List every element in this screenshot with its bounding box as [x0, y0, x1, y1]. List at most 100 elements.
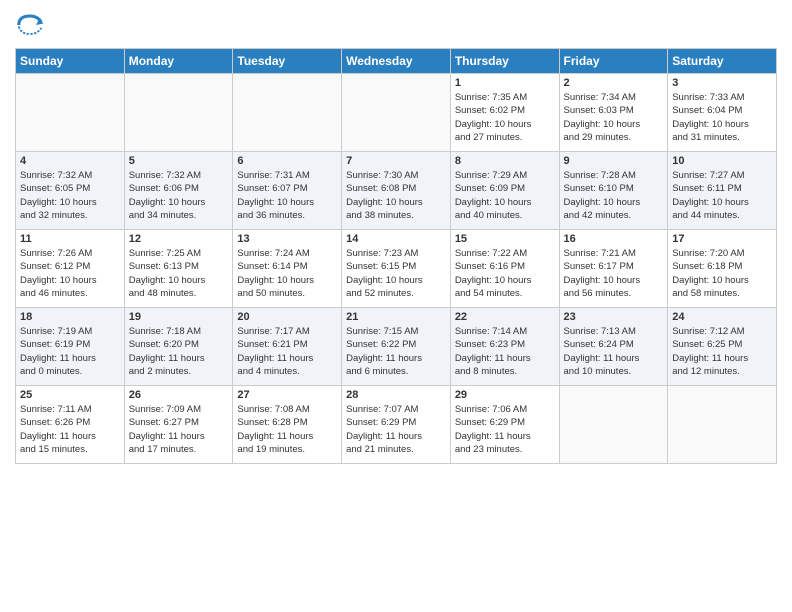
day-number: 29 [455, 389, 555, 401]
day-info: Sunrise: 7:28 AM Sunset: 6:10 PM Dayligh… [564, 169, 664, 222]
calendar-cell: 5 Sunrise: 7:32 AM Sunset: 6:06 PM Daylig… [124, 152, 233, 230]
calendar-cell: 16Sunrise: 7:21 AM Sunset: 6:17 PM Dayli… [559, 230, 668, 308]
calendar-cell: 14 Sunrise: 7:23 AM Sunset: 6:15 PM Dayli… [342, 230, 451, 308]
calendar-cell [233, 74, 342, 152]
page: SundayMondayTuesdayWednesdayThursdayFrid… [0, 0, 792, 612]
header-day: Friday [559, 49, 668, 74]
day-info: Sunrise: 7:29 AM Sunset: 6:09 PM Dayligh… [455, 169, 555, 222]
calendar-cell: 29 Sunrise: 7:06 AM Sunset: 6:29 PM Dayli… [450, 386, 559, 464]
day-number: 21 [346, 311, 446, 323]
calendar-cell: 24 Sunrise: 7:12 AM Sunset: 6:25 PM Dayli… [668, 308, 777, 386]
day-number: 12 [129, 233, 229, 245]
calendar-cell: 1 Sunrise: 7:35 AM Sunset: 6:02 PM Daylig… [450, 74, 559, 152]
calendar: SundayMondayTuesdayWednesdayThursdayFrid… [15, 48, 777, 464]
calendar-cell: 7 Sunrise: 7:30 AM Sunset: 6:08 PM Daylig… [342, 152, 451, 230]
day-number: 15 [455, 233, 555, 245]
day-number: 5 [129, 155, 229, 167]
day-number: 20 [237, 311, 337, 323]
calendar-cell: 8 Sunrise: 7:29 AM Sunset: 6:09 PM Daylig… [450, 152, 559, 230]
header-day: Sunday [16, 49, 125, 74]
day-info: Sunrise: 7:08 AM Sunset: 6:28 PM Dayligh… [237, 403, 337, 456]
day-info: Sunrise: 7:33 AM Sunset: 6:04 PM Dayligh… [672, 91, 772, 144]
day-number: 1 [455, 77, 555, 89]
calendar-cell: 10 Sunrise: 7:27 AM Sunset: 6:11 PM Dayli… [668, 152, 777, 230]
day-info: Sunrise: 7:09 AM Sunset: 6:27 PM Dayligh… [129, 403, 229, 456]
calendar-cell: 22Sunrise: 7:14 AM Sunset: 6:23 PM Dayli… [450, 308, 559, 386]
day-info: Sunrise: 7:25 AM Sunset: 6:13 PM Dayligh… [129, 247, 229, 300]
calendar-cell: 13Sunrise: 7:24 AM Sunset: 6:14 PM Dayli… [233, 230, 342, 308]
header-row: SundayMondayTuesdayWednesdayThursdayFrid… [16, 49, 777, 74]
day-info: Sunrise: 7:22 AM Sunset: 6:16 PM Dayligh… [455, 247, 555, 300]
header-day: Monday [124, 49, 233, 74]
day-info: Sunrise: 7:12 AM Sunset: 6:25 PM Dayligh… [672, 325, 772, 378]
calendar-cell: 4Sunrise: 7:32 AM Sunset: 6:05 PM Daylig… [16, 152, 125, 230]
day-info: Sunrise: 7:26 AM Sunset: 6:12 PM Dayligh… [20, 247, 120, 300]
header [15, 10, 777, 40]
day-number: 27 [237, 389, 337, 401]
day-info: Sunrise: 7:19 AM Sunset: 6:19 PM Dayligh… [20, 325, 120, 378]
header-day: Tuesday [233, 49, 342, 74]
calendar-cell: 2Sunrise: 7:34 AM Sunset: 6:03 PM Daylig… [559, 74, 668, 152]
day-number: 24 [672, 311, 772, 323]
week-row: 1 Sunrise: 7:35 AM Sunset: 6:02 PM Daylig… [16, 74, 777, 152]
day-info: Sunrise: 7:06 AM Sunset: 6:29 PM Dayligh… [455, 403, 555, 456]
day-info: Sunrise: 7:18 AM Sunset: 6:20 PM Dayligh… [129, 325, 229, 378]
calendar-cell [668, 386, 777, 464]
calendar-cell: 28Sunrise: 7:07 AM Sunset: 6:29 PM Dayli… [342, 386, 451, 464]
day-number: 23 [564, 311, 664, 323]
day-info: Sunrise: 7:20 AM Sunset: 6:18 PM Dayligh… [672, 247, 772, 300]
day-number: 18 [20, 311, 120, 323]
day-info: Sunrise: 7:11 AM Sunset: 6:26 PM Dayligh… [20, 403, 120, 456]
day-info: Sunrise: 7:34 AM Sunset: 6:03 PM Dayligh… [564, 91, 664, 144]
header-day: Wednesday [342, 49, 451, 74]
calendar-cell [559, 386, 668, 464]
calendar-cell: 25 Sunrise: 7:11 AM Sunset: 6:26 PM Dayli… [16, 386, 125, 464]
day-info: Sunrise: 7:23 AM Sunset: 6:15 PM Dayligh… [346, 247, 446, 300]
day-number: 25 [20, 389, 120, 401]
header-day: Thursday [450, 49, 559, 74]
logo-icon [15, 10, 45, 40]
calendar-cell: 11Sunrise: 7:26 AM Sunset: 6:12 PM Dayli… [16, 230, 125, 308]
day-number: 14 [346, 233, 446, 245]
calendar-cell [16, 74, 125, 152]
calendar-cell: 23 Sunrise: 7:13 AM Sunset: 6:24 PM Dayli… [559, 308, 668, 386]
day-number: 19 [129, 311, 229, 323]
calendar-cell: 12 Sunrise: 7:25 AM Sunset: 6:13 PM Dayli… [124, 230, 233, 308]
day-info: Sunrise: 7:27 AM Sunset: 6:11 PM Dayligh… [672, 169, 772, 222]
logo [15, 10, 49, 40]
day-number: 8 [455, 155, 555, 167]
day-number: 9 [564, 155, 664, 167]
calendar-cell: 18 Sunrise: 7:19 AM Sunset: 6:19 PM Dayli… [16, 308, 125, 386]
calendar-cell: 27 Sunrise: 7:08 AM Sunset: 6:28 PM Dayli… [233, 386, 342, 464]
calendar-cell: 3 Sunrise: 7:33 AM Sunset: 6:04 PM Daylig… [668, 74, 777, 152]
week-row: 4Sunrise: 7:32 AM Sunset: 6:05 PM Daylig… [16, 152, 777, 230]
day-number: 6 [237, 155, 337, 167]
calendar-cell [124, 74, 233, 152]
day-info: Sunrise: 7:30 AM Sunset: 6:08 PM Dayligh… [346, 169, 446, 222]
calendar-cell: 20 Sunrise: 7:17 AM Sunset: 6:21 PM Dayli… [233, 308, 342, 386]
week-row: 18 Sunrise: 7:19 AM Sunset: 6:19 PM Dayli… [16, 308, 777, 386]
calendar-cell: 15 Sunrise: 7:22 AM Sunset: 6:16 PM Dayli… [450, 230, 559, 308]
day-info: Sunrise: 7:32 AM Sunset: 6:05 PM Dayligh… [20, 169, 120, 222]
day-info: Sunrise: 7:35 AM Sunset: 6:02 PM Dayligh… [455, 91, 555, 144]
calendar-cell: 19 Sunrise: 7:18 AM Sunset: 6:20 PM Dayli… [124, 308, 233, 386]
calendar-cell: 6Sunrise: 7:31 AM Sunset: 6:07 PM Daylig… [233, 152, 342, 230]
day-info: Sunrise: 7:13 AM Sunset: 6:24 PM Dayligh… [564, 325, 664, 378]
week-row: 11Sunrise: 7:26 AM Sunset: 6:12 PM Dayli… [16, 230, 777, 308]
day-info: Sunrise: 7:14 AM Sunset: 6:23 PM Dayligh… [455, 325, 555, 378]
calendar-cell: 21 Sunrise: 7:15 AM Sunset: 6:22 PM Dayli… [342, 308, 451, 386]
header-day: Saturday [668, 49, 777, 74]
calendar-cell [342, 74, 451, 152]
day-info: Sunrise: 7:15 AM Sunset: 6:22 PM Dayligh… [346, 325, 446, 378]
day-number: 3 [672, 77, 772, 89]
day-number: 7 [346, 155, 446, 167]
day-info: Sunrise: 7:32 AM Sunset: 6:06 PM Dayligh… [129, 169, 229, 222]
day-info: Sunrise: 7:07 AM Sunset: 6:29 PM Dayligh… [346, 403, 446, 456]
day-info: Sunrise: 7:24 AM Sunset: 6:14 PM Dayligh… [237, 247, 337, 300]
day-number: 10 [672, 155, 772, 167]
calendar-cell: 26Sunrise: 7:09 AM Sunset: 6:27 PM Dayli… [124, 386, 233, 464]
day-info: Sunrise: 7:17 AM Sunset: 6:21 PM Dayligh… [237, 325, 337, 378]
day-number: 16 [564, 233, 664, 245]
week-row: 25 Sunrise: 7:11 AM Sunset: 6:26 PM Dayli… [16, 386, 777, 464]
day-number: 17 [672, 233, 772, 245]
